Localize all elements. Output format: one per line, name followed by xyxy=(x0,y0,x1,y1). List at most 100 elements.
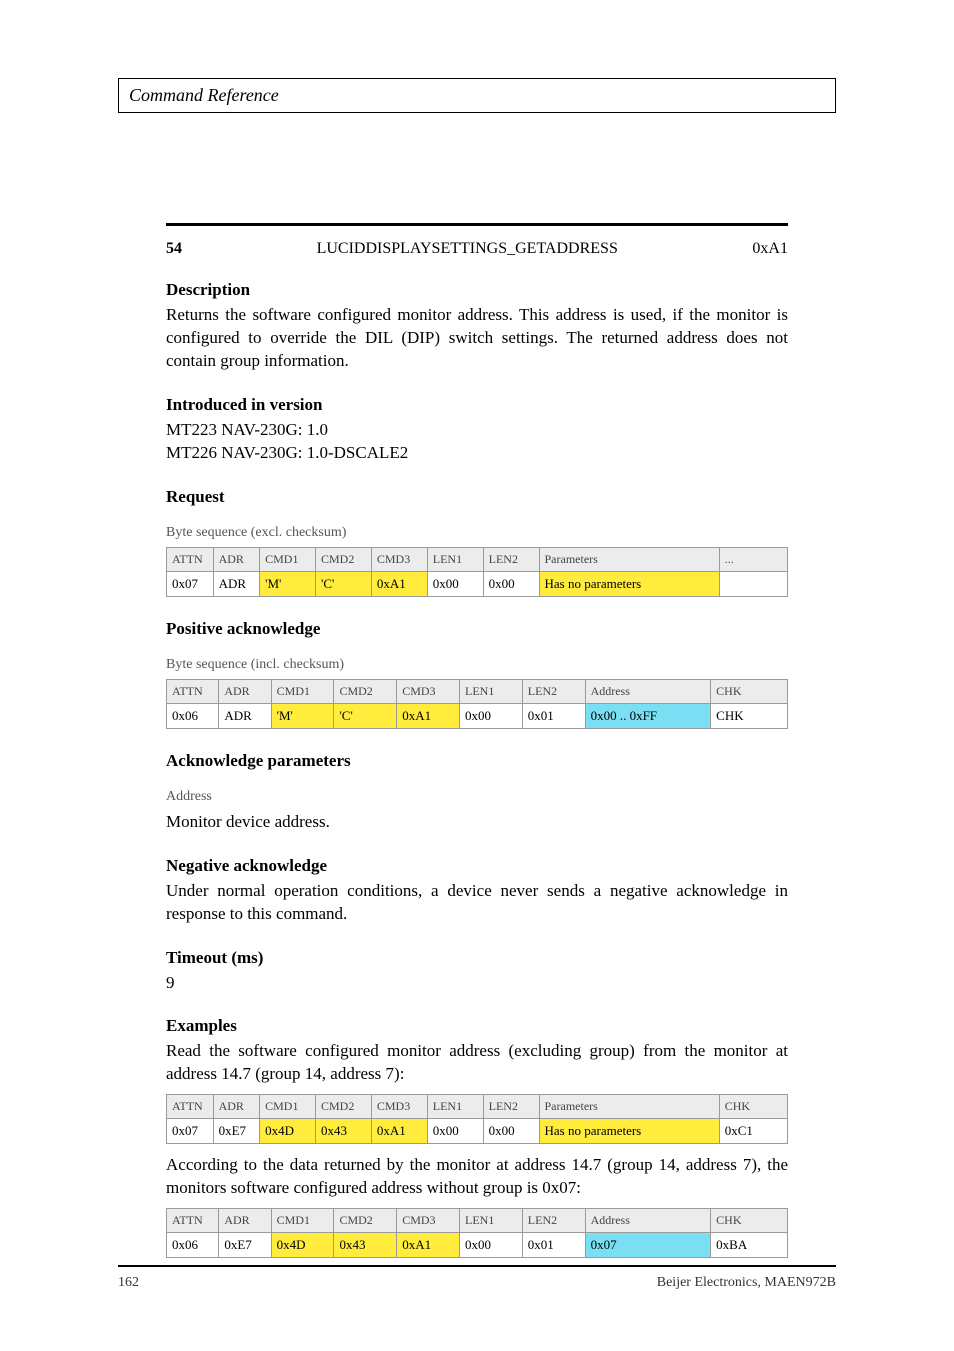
th: ATTN xyxy=(167,547,214,571)
td: Has no parameters xyxy=(539,571,719,596)
pos-ack-table: ATTN ADR CMD1 CMD2 CMD3 LEN1 LEN2 Addres… xyxy=(166,679,788,729)
td: 0x00 xyxy=(483,1119,539,1144)
content: Description Returns the software configu… xyxy=(166,280,788,1258)
td: 0x43 xyxy=(316,1119,372,1144)
table-header-row: ATTN ADR CMD1 CMD2 CMD3 LEN1 LEN2 Parame… xyxy=(167,547,788,571)
th: Address xyxy=(585,679,711,703)
examples-req-table: ATTN ADR CMD1 CMD2 CMD3 LEN1 LEN2 Parame… xyxy=(166,1094,788,1144)
td: 0x00 xyxy=(460,703,523,728)
td: 0x07 xyxy=(167,1119,214,1144)
description-text: Returns the software configured monitor … xyxy=(166,304,788,373)
th: CMD1 xyxy=(260,547,316,571)
th: CMD3 xyxy=(397,679,460,703)
td: 0x00 xyxy=(427,1119,483,1144)
th: Parameters xyxy=(539,547,719,571)
td xyxy=(719,571,787,596)
th: LEN1 xyxy=(460,679,523,703)
td: 'C' xyxy=(334,703,397,728)
examples-ack-table: ATTN ADR CMD1 CMD2 CMD3 LEN1 LEN2 Addres… xyxy=(166,1208,788,1258)
th: CHK xyxy=(719,1095,787,1119)
description-heading: Description xyxy=(166,280,788,300)
td: 0xE7 xyxy=(219,1233,271,1258)
examples-req-text: Read the software configured monitor add… xyxy=(166,1040,788,1086)
th: ATTN xyxy=(167,679,219,703)
th: LEN1 xyxy=(427,1095,483,1119)
introduced-heading: Introduced in version xyxy=(166,395,788,415)
th: ... xyxy=(719,547,787,571)
th: ADR xyxy=(213,547,260,571)
th: CMD2 xyxy=(316,1095,372,1119)
footer-row: 162 Beijer Electronics, MAEN972B xyxy=(118,1275,836,1291)
th: ADR xyxy=(219,679,271,703)
td: 0x07 xyxy=(585,1233,711,1258)
td: 'M' xyxy=(271,703,334,728)
examples-heading: Examples xyxy=(166,1016,788,1036)
th: CMD3 xyxy=(371,1095,427,1119)
td: 'C' xyxy=(316,571,372,596)
header-title: Command Reference xyxy=(129,85,279,105)
td: 0xC1 xyxy=(719,1119,787,1144)
th: LEN2 xyxy=(522,679,585,703)
td: 0x00 xyxy=(427,571,483,596)
td: 0xBA xyxy=(711,1233,788,1258)
td: 0x00 xyxy=(483,571,539,596)
td: CHK xyxy=(711,703,788,728)
th: Address xyxy=(585,1209,711,1233)
td: 0x00 .. 0xFF xyxy=(585,703,711,728)
th: CHK xyxy=(711,679,788,703)
pos-ack-label: Byte sequence (incl. checksum) xyxy=(166,657,788,673)
examples-ack-text: According to the data returned by the mo… xyxy=(166,1154,788,1200)
request-label: Byte sequence (excl. checksum) xyxy=(166,525,788,541)
section-rule xyxy=(166,223,788,226)
neg-ack-heading: Negative acknowledge xyxy=(166,856,788,876)
section-number: 54 xyxy=(166,240,182,258)
th: CMD3 xyxy=(397,1209,460,1233)
ack-params-text: Monitor device address. xyxy=(166,811,788,834)
introduced-line-0: MT223 NAV-230G: 1.0 xyxy=(166,419,788,442)
timeout-heading: Timeout (ms) xyxy=(166,948,788,968)
td: 'M' xyxy=(260,571,316,596)
footer-doc: Beijer Electronics, MAEN972B xyxy=(657,1275,836,1291)
th: CMD2 xyxy=(334,679,397,703)
th: CHK xyxy=(711,1209,788,1233)
th: CMD3 xyxy=(371,547,427,571)
th: CMD1 xyxy=(260,1095,316,1119)
th: ADR xyxy=(213,1095,260,1119)
td: 0xE7 xyxy=(213,1119,260,1144)
td: 0x06 xyxy=(167,703,219,728)
th: CMD1 xyxy=(271,679,334,703)
th: ATTN xyxy=(167,1209,219,1233)
td: 0x01 xyxy=(522,1233,585,1258)
table-row: 0x06 0xE7 0x4D 0x43 0xA1 0x00 0x01 0x07 … xyxy=(167,1233,788,1258)
footer-rule xyxy=(118,1265,836,1267)
td: 0xA1 xyxy=(397,703,460,728)
th: LEN1 xyxy=(427,547,483,571)
table-header-row: ATTN ADR CMD1 CMD2 CMD3 LEN1 LEN2 Addres… xyxy=(167,1209,788,1233)
td: 0x01 xyxy=(522,703,585,728)
td: ADR xyxy=(213,571,260,596)
neg-ack-text: Under normal operation conditions, a dev… xyxy=(166,880,788,926)
th: LEN2 xyxy=(522,1209,585,1233)
th: Parameters xyxy=(539,1095,719,1119)
td: 0x06 xyxy=(167,1233,219,1258)
introduced-line-1: MT226 NAV-230G: 1.0-DSCALE2 xyxy=(166,442,788,465)
ack-params-label: Address xyxy=(166,789,788,805)
footer: 162 Beijer Electronics, MAEN972B xyxy=(118,1265,836,1291)
table-row: 0x07 0xE7 0x4D 0x43 0xA1 0x00 0x00 Has n… xyxy=(167,1119,788,1144)
page: Command Reference 54 LUCIDDISPLAYSETTING… xyxy=(0,0,954,1351)
td: Has no parameters xyxy=(539,1119,719,1144)
th: ADR xyxy=(219,1209,271,1233)
td: 0xA1 xyxy=(371,571,427,596)
table-row: 0x07 ADR 'M' 'C' 0xA1 0x00 0x00 Has no p… xyxy=(167,571,788,596)
request-heading: Request xyxy=(166,487,788,507)
td: 0x4D xyxy=(271,1233,334,1258)
th: LEN2 xyxy=(483,1095,539,1119)
table-header-row: ATTN ADR CMD1 CMD2 CMD3 LEN1 LEN2 Parame… xyxy=(167,1095,788,1119)
th: LEN2 xyxy=(483,547,539,571)
th: CMD2 xyxy=(334,1209,397,1233)
header-box: Command Reference xyxy=(118,78,836,113)
th: CMD2 xyxy=(316,547,372,571)
table-row: 0x06 ADR 'M' 'C' 0xA1 0x00 0x01 0x00 .. … xyxy=(167,703,788,728)
section-title-row: 54 LUCIDDISPLAYSETTINGS_GETADDRESS 0xA1 xyxy=(166,240,788,258)
request-table: ATTN ADR CMD1 CMD2 CMD3 LEN1 LEN2 Parame… xyxy=(166,547,788,597)
